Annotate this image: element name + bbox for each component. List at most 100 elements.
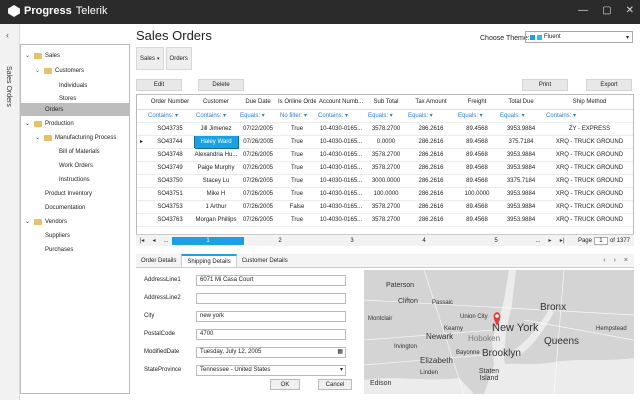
edit-button[interactable]: Edit [136, 79, 182, 91]
table-cell[interactable]: 3953.9884 [498, 122, 544, 136]
tree-item-individuals[interactable]: Individuals [49, 79, 87, 92]
table-cell[interactable]: 3578.2700 [366, 213, 406, 227]
chevron-down-icon[interactable]: ⌄ [35, 67, 41, 74]
column-filter[interactable]: Equals: ▾ [498, 109, 544, 123]
tree-item-sales[interactable]: ⌄ Sales [25, 49, 60, 62]
table-cell[interactable]: 3000.0000 [366, 174, 406, 188]
table-cell[interactable]: Haley Ward [193, 134, 239, 149]
table-cell[interactable]: XRQ - TRUCK GROUND [544, 187, 633, 201]
filter-icon[interactable]: ▾ [343, 113, 348, 119]
table-cell[interactable]: Morgan Phillips [194, 213, 238, 227]
table-row[interactable]: SO43750 Stacey Lu 07/26/2005 True 10-4030-01… [137, 174, 633, 188]
column-header[interactable]: Tax Amount [406, 95, 456, 110]
table-cell[interactable]: 89.4568 [456, 135, 498, 149]
pager-page-1[interactable]: 1 [172, 236, 244, 245]
table-cell[interactable]: 07/26/2005 [238, 174, 278, 188]
ok-button[interactable]: OK [270, 379, 300, 390]
column-header[interactable]: Sub Total [366, 95, 406, 110]
table-row[interactable]: SO43735 Jill Jimenez 07/22/2005 True 10-4030… [137, 122, 633, 136]
chevron-left-icon[interactable]: ‹ [603, 257, 605, 264]
tree-item-product-inventory[interactable]: Product Inventory [35, 187, 92, 200]
pager-page-5[interactable]: 5 [460, 238, 532, 244]
column-header[interactable]: Order Number [146, 95, 194, 110]
table-cell[interactable]: 286.2616 [406, 161, 456, 175]
filter-icon[interactable]: ▾ [478, 113, 483, 119]
filter-icon[interactable]: ▾ [571, 113, 576, 119]
table-cell[interactable]: 3953.9884 [498, 187, 544, 201]
table-cell[interactable]: 07/26/2005 [238, 200, 278, 214]
table-cell[interactable]: 375.7184 [498, 135, 544, 149]
chevron-down-icon[interactable]: ⌄ [25, 218, 31, 225]
close-icon[interactable]: × [624, 257, 628, 264]
pager-page-2[interactable]: 2 [244, 238, 316, 244]
pager-ellipsis-left[interactable]: ... [160, 238, 172, 244]
tree-item-work-orders[interactable]: Work Orders [49, 159, 93, 172]
table-cell[interactable]: 100.0000 [366, 187, 406, 201]
filter-icon[interactable]: ▾ [388, 113, 393, 119]
tab-order-details[interactable]: Order Details [136, 254, 181, 267]
table-cell[interactable]: SO43749 [146, 161, 194, 175]
tree-item-suppliers[interactable]: Suppliers [35, 229, 70, 242]
theme-dropdown[interactable]: Fluent ▾ [525, 31, 633, 43]
table-row[interactable]: SO43748 Alexandria Hu... 07/26/2005 True 10-… [137, 148, 633, 162]
table-cell[interactable]: 07/22/2005 [238, 122, 278, 136]
table-cell[interactable]: 89.4568 [456, 174, 498, 188]
table-cell[interactable]: Jill Jimenez [194, 122, 238, 136]
table-cell[interactable]: 3375.7184 [498, 174, 544, 188]
table-row[interactable]: SO43753 1 Arthur 07/26/2005 False 10-4030-01… [137, 200, 633, 214]
table-cell[interactable]: 07/26/2005 [238, 161, 278, 175]
table-cell[interactable]: SO43753 [146, 200, 194, 214]
column-filter[interactable]: Contains: ▾ [316, 109, 366, 123]
filter-icon[interactable]: ▾ [173, 113, 178, 119]
calendar-icon[interactable]: ▦ [337, 347, 343, 357]
table-cell[interactable]: 3578.2700 [366, 148, 406, 162]
table-row[interactable]: SO43749 Paige Murphy 07/26/2005 True 10-4030… [137, 161, 633, 175]
column-header[interactable]: Account Numb... [316, 95, 366, 110]
table-cell[interactable]: XRQ - TRUCK GROUND [544, 148, 633, 162]
table-cell[interactable]: SO43748 [146, 148, 194, 162]
table-cell[interactable]: SO43751 [146, 187, 194, 201]
table-cell[interactable]: 3953.9884 [498, 148, 544, 162]
table-cell[interactable]: 89.4568 [456, 148, 498, 162]
table-cell[interactable]: 3578.2700 [366, 200, 406, 214]
table-cell[interactable]: XRQ - TRUCK GROUND [544, 174, 633, 188]
table-cell[interactable]: 07/26/2005 [238, 187, 278, 201]
table-cell[interactable]: Mike H [194, 187, 238, 201]
table-cell[interactable]: 100.0000 [456, 187, 498, 201]
column-filter[interactable]: Equals: ▾ [366, 109, 406, 123]
tree-item-manufacturing-process[interactable]: ⌄ Manufacturing Process [35, 131, 116, 144]
filter-icon[interactable]: ▾ [520, 113, 525, 119]
table-cell[interactable]: 286.2616 [406, 174, 456, 188]
column-filter[interactable]: Equals: ▾ [406, 109, 456, 123]
table-cell[interactable]: True [278, 161, 316, 175]
table-cell[interactable]: SO43744 [146, 135, 194, 149]
chevron-right-icon[interactable]: › [614, 257, 616, 264]
column-header[interactable]: Is Online Order [278, 95, 316, 110]
column-filter[interactable]: Contains: ▾ [544, 109, 633, 123]
table-cell[interactable]: 07/26/2005 [238, 213, 278, 227]
table-cell[interactable]: XRQ - TRUCK GROUND [544, 161, 633, 175]
table-row[interactable]: ▸ SO43744 Haley Ward 07/26/2005 True 10-4030-… [137, 134, 633, 149]
table-cell[interactable]: ZY - EXPRESS [544, 122, 633, 136]
chevron-down-icon[interactable]: ⌄ [35, 134, 41, 141]
column-filter[interactable]: Equals: ▾ [238, 109, 278, 123]
stateprovince-field[interactable]: Tennessee - United States ▾ [196, 364, 346, 376]
pager-ellipsis-right[interactable]: ... [532, 238, 544, 244]
table-cell[interactable]: 89.4568 [456, 161, 498, 175]
table-cell[interactable]: 10-4030-0165... [316, 213, 366, 227]
filter-icon[interactable]: ▾ [428, 113, 433, 119]
column-filter[interactable]: Contains: ▾ [146, 109, 194, 123]
export-button[interactable]: Export [586, 79, 632, 91]
table-cell[interactable]: True [278, 148, 316, 162]
table-cell[interactable]: SO43750 [146, 174, 194, 188]
first-page-icon[interactable]: |◂ [136, 237, 148, 244]
table-cell[interactable]: True [278, 187, 316, 201]
table-cell[interactable]: 89.4568 [456, 122, 498, 136]
column-header[interactable]: Total Due [498, 95, 544, 110]
table-cell[interactable]: 89.4568 [456, 213, 498, 227]
table-cell[interactable]: 10-4030-0165... [316, 174, 366, 188]
table-row[interactable]: SO43751 Mike H 07/26/2005 True 10-4030-0165.… [137, 187, 633, 201]
table-cell[interactable]: 10-4030-0165... [316, 148, 366, 162]
table-cell[interactable]: 286.2616 [406, 200, 456, 214]
table-cell[interactable]: 0.0000 [366, 135, 406, 149]
